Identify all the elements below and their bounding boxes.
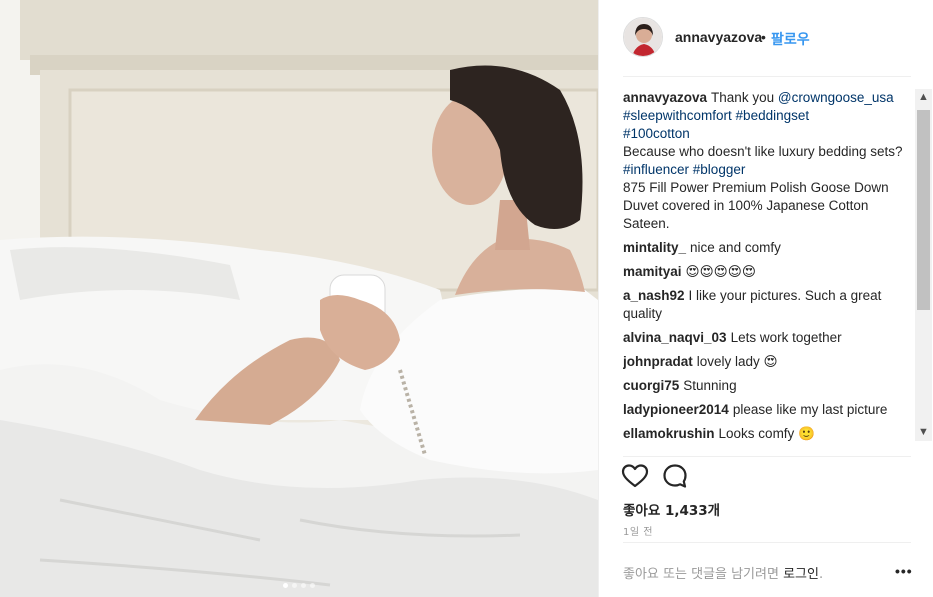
caption-hashtags[interactable]: #sleepwithcomfort #beddingset: [623, 107, 911, 125]
likes-label: 좋아요: [623, 503, 661, 519]
scroll-down-icon[interactable]: ▼: [915, 424, 932, 441]
header-divider: [623, 76, 911, 77]
comment-item: mintality_ nice and comfy: [623, 239, 911, 257]
comment-text: Lets work together: [730, 330, 842, 345]
scroll-up-icon[interactable]: ▲: [915, 89, 932, 106]
comment-item: cuorgi75 Stunning: [623, 377, 911, 395]
comment-text: please like my last picture: [732, 402, 888, 417]
caption-text: Because who doesn't like luxury bedding …: [623, 144, 903, 159]
comment-item: johnpradat lovely lady 😍: [623, 353, 911, 371]
more-options-icon[interactable]: •••: [895, 563, 913, 579]
header-separator: •: [761, 29, 766, 45]
avatar[interactable]: [623, 17, 663, 57]
comment-username[interactable]: mintality_: [623, 240, 686, 255]
follow-button[interactable]: 팔로우: [771, 29, 810, 49]
login-prompt-end: .: [818, 567, 824, 582]
comment-text: lovely lady 😍: [696, 354, 778, 369]
carousel-dot[interactable]: [310, 583, 315, 588]
comment-item: a_nash92 I like your pictures. Such a gre…: [623, 287, 911, 323]
comment-username[interactable]: ellamokrushin: [623, 426, 715, 441]
scrollbar-thumb[interactable]: [917, 110, 930, 310]
comment-username[interactable]: mamityai: [623, 264, 682, 279]
comment-text: nice and comfy: [690, 240, 781, 255]
comment-username[interactable]: cuorgi75: [623, 378, 679, 393]
login-link[interactable]: 로그인: [783, 567, 819, 582]
post-header: annavyazova • 팔로우: [599, 0, 933, 76]
post-author-username[interactable]: annavyazova: [675, 29, 762, 45]
footer-divider: [623, 542, 911, 543]
comment-item: ladypioneer2014 please like my last pictu…: [623, 401, 911, 419]
comment-username[interactable]: ladypioneer2014: [623, 402, 729, 417]
comment-text: Looks comfy 🙂: [718, 426, 815, 441]
caption: annavyazova Thank you @crowngoose_usa #sl…: [623, 89, 911, 233]
post-photo-image: [0, 0, 598, 597]
comment-username[interactable]: alvina_naqvi_03: [623, 330, 727, 345]
comment-item: alvina_naqvi_03 Lets work together: [623, 329, 911, 347]
comment-username[interactable]: a_nash92: [623, 288, 685, 303]
carousel-dot[interactable]: [292, 583, 297, 588]
avatar-image: [624, 18, 662, 56]
comment-item: mamityai 😍😍😍😍😍: [623, 263, 911, 281]
caption-text: Thank you: [711, 90, 775, 105]
comments-list[interactable]: annavyazova Thank you @crowngoose_usa #sl…: [623, 89, 911, 453]
post-photo[interactable]: [0, 0, 598, 597]
comment-item: ellamokrushin Looks comfy 🙂: [623, 425, 911, 443]
caption-text: 875 Fill Power Premium Polish Goose Down…: [623, 180, 889, 231]
post-timestamp[interactable]: 1일 전: [623, 523, 653, 538]
carousel-dot-active[interactable]: [283, 583, 288, 588]
comment-icon[interactable]: [662, 463, 688, 489]
post-sidebar: annavyazova • 팔로우 annavyazova Thank you @…: [598, 0, 933, 597]
login-prompt-text: 좋아요 또는 댓글을 남기려면: [623, 567, 779, 582]
comment-username[interactable]: johnpradat: [623, 354, 693, 369]
caption-hashtags[interactable]: #influencer #blogger: [623, 161, 911, 179]
heart-icon[interactable]: [621, 463, 649, 489]
carousel-dot[interactable]: [301, 583, 306, 588]
carousel-indicator: [0, 576, 598, 591]
caption-mention[interactable]: @crowngoose_usa: [778, 90, 894, 105]
caption-username[interactable]: annavyazova: [623, 90, 707, 105]
caption-hashtags[interactable]: #100cotton: [623, 125, 911, 143]
actions-divider: [623, 456, 911, 457]
likes-count[interactable]: 좋아요 1,433개: [623, 499, 720, 519]
comment-text: 😍😍😍😍😍: [685, 264, 756, 279]
comment-text: Stunning: [683, 378, 737, 393]
likes-number: 1,433개: [664, 503, 721, 519]
comment-login-prompt: 좋아요 또는 댓글을 남기려면 로그인.: [623, 563, 823, 582]
